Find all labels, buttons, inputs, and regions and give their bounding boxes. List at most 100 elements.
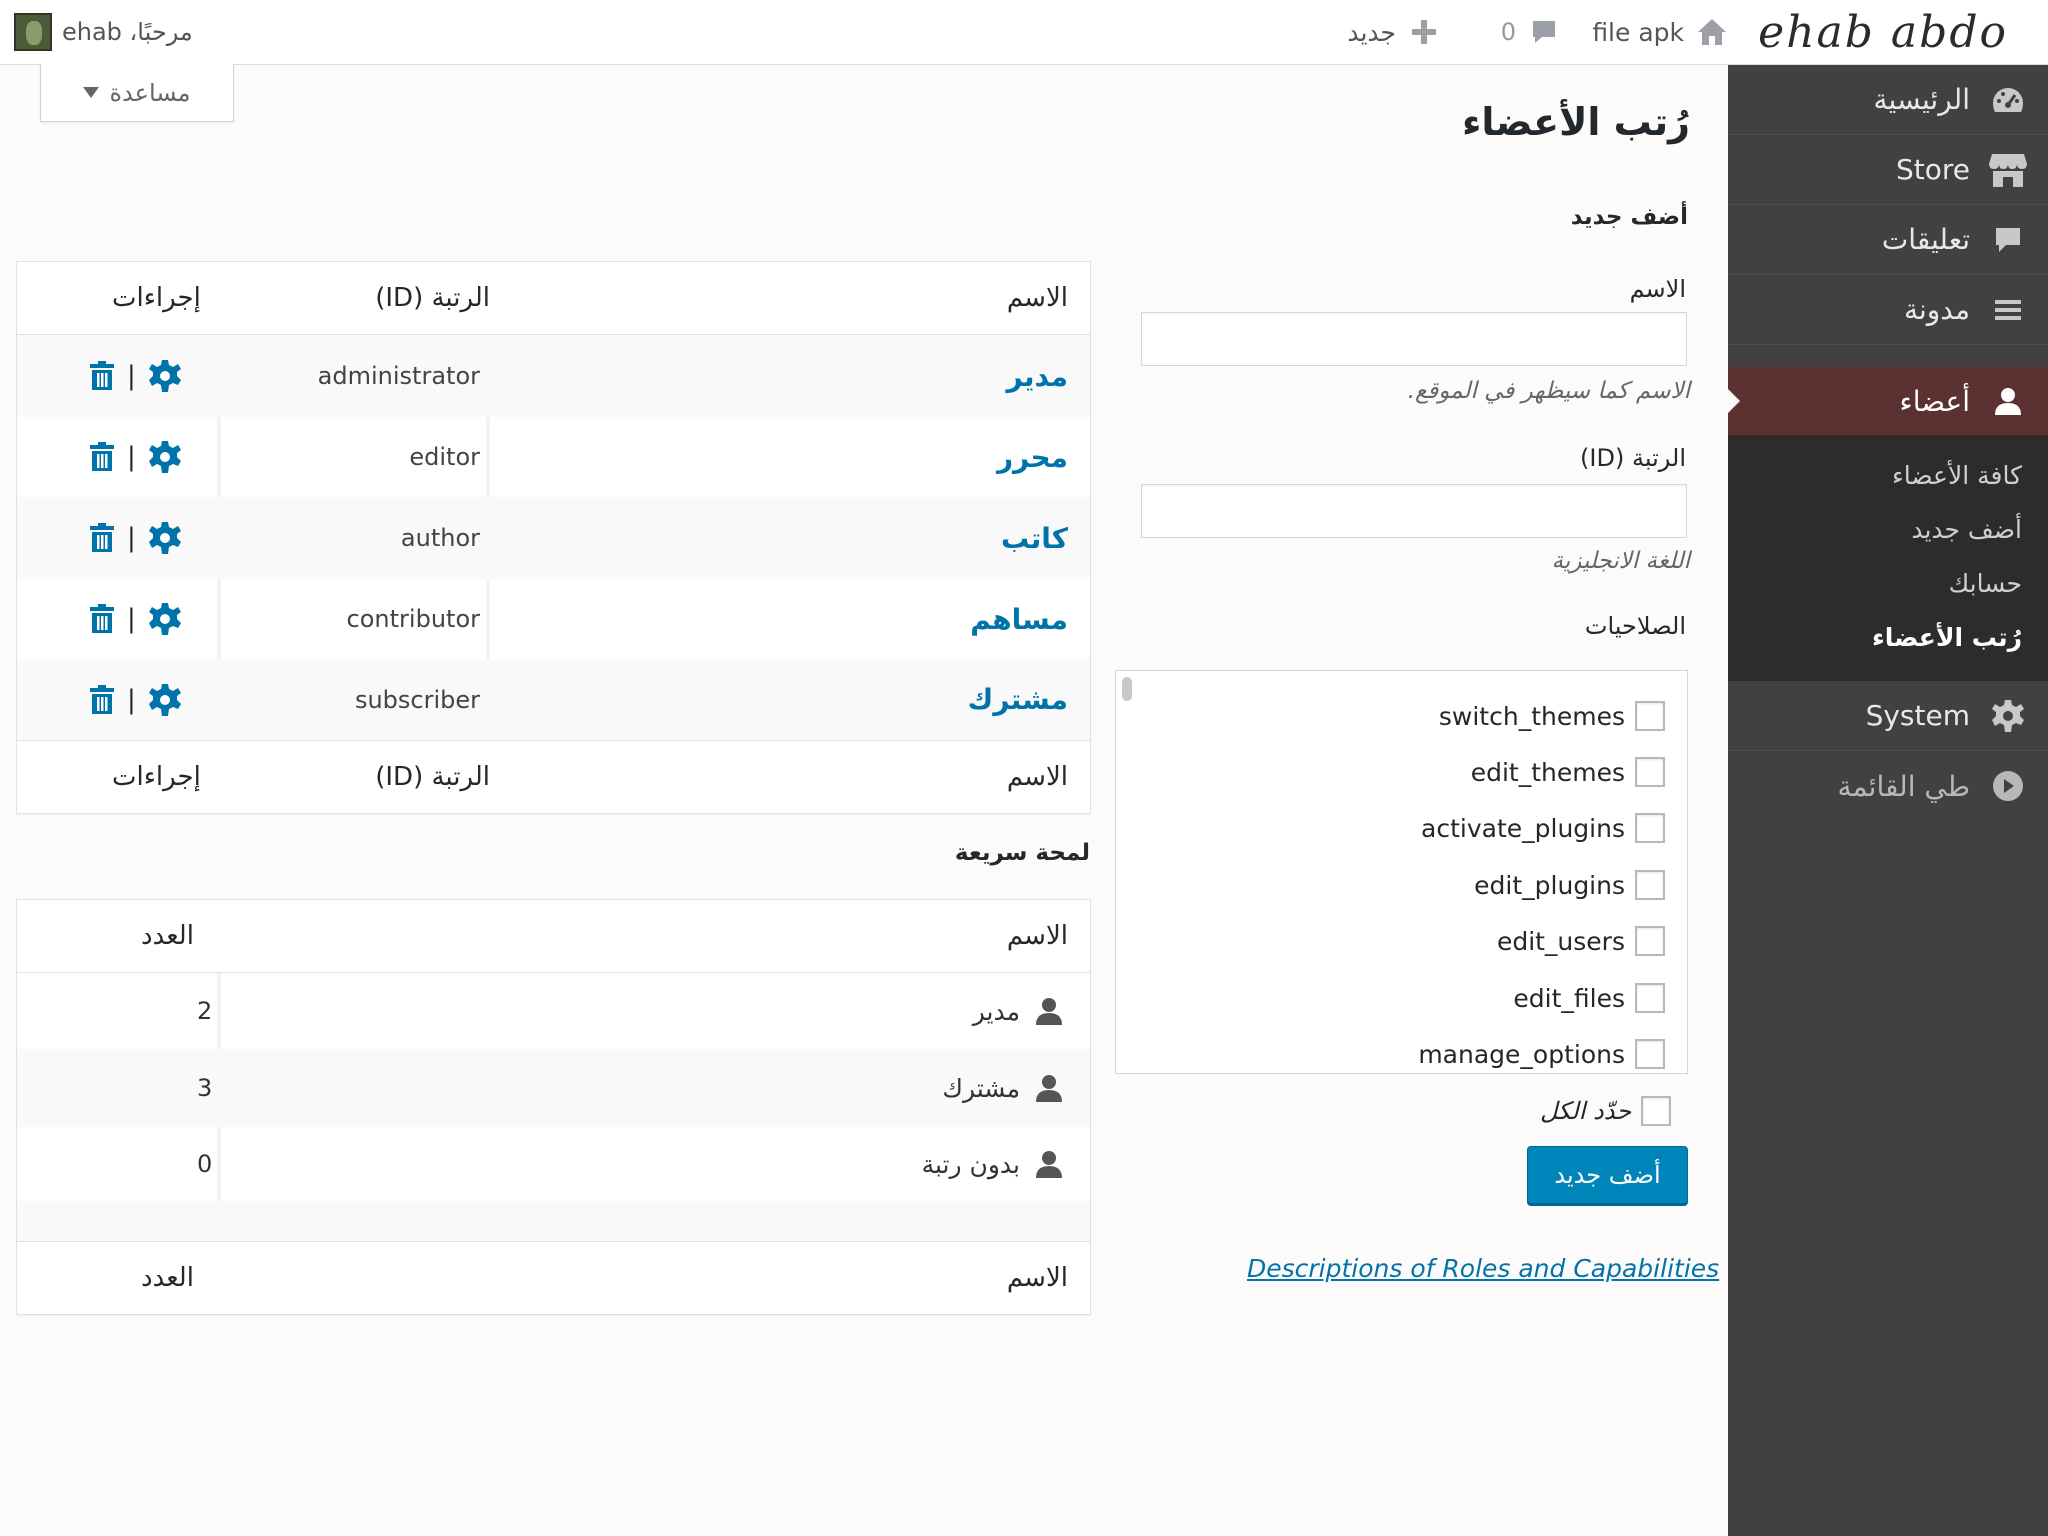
triangle-down-icon <box>83 87 100 98</box>
column-footer-actions: إجراءات <box>112 762 201 792</box>
sidebar-item-blog[interactable]: مدونة <box>1728 275 2048 345</box>
trash-icon[interactable] <box>89 361 115 391</box>
capability-checkbox[interactable] <box>1635 757 1665 787</box>
trash-icon[interactable] <box>89 684 115 715</box>
role-name-link[interactable]: كاتب <box>1001 522 1068 555</box>
submenu-item-roles[interactable]: رُتب الأعضاء <box>1728 611 2048 665</box>
gear-icon[interactable] <box>148 602 182 636</box>
sidebar-item-comments[interactable]: تعليقات <box>1728 205 2048 275</box>
role-id-description: اللغة الانجليزية <box>1551 548 1690 574</box>
role-name-cell: محرر <box>997 417 1068 497</box>
trash-icon[interactable] <box>89 604 115 634</box>
store-icon <box>1988 150 2028 190</box>
sidebar-item-dashboard[interactable]: الرئيسية <box>1728 65 2048 135</box>
capability-label: switch_themes <box>1438 701 1625 731</box>
sidebar-collapse-button[interactable]: طي القائمة <box>1728 751 2048 821</box>
column-footer-name: الاسم <box>1006 1263 1068 1293</box>
table-row: مدير administrator | <box>17 335 1090 417</box>
gear-icon[interactable] <box>148 359 182 393</box>
gear-icon[interactable] <box>148 440 182 474</box>
site-logo[interactable]: ehab abdo <box>1758 4 2008 62</box>
help-label: مساعدة <box>109 78 191 107</box>
glance-role-cell: مدير <box>973 973 1064 1049</box>
gear-icon <box>1988 696 2028 736</box>
table-header: الاسم الرتبة (ID) إجراءات <box>17 262 1090 335</box>
user-icon <box>1034 996 1064 1026</box>
comments-count: 0 <box>1500 18 1516 46</box>
add-role-button[interactable]: أضف جديد <box>1527 1146 1688 1204</box>
role-id-label: الرتبة (ID) <box>1580 444 1686 472</box>
trash-icon[interactable] <box>89 442 115 472</box>
user-icon <box>1034 1073 1064 1103</box>
cell-divider <box>217 579 221 659</box>
role-name-input[interactable] <box>1141 312 1687 366</box>
avatar <box>14 13 52 51</box>
capability-label: manage_options <box>1418 1039 1625 1069</box>
role-name-cell: مشترك <box>968 659 1068 740</box>
submenu-item-add-new[interactable]: أضف جديد <box>1728 503 2048 557</box>
sidebar-item-users[interactable]: أعضاء <box>1727 367 2048 435</box>
row-actions: | <box>89 497 182 579</box>
capability-checkbox[interactable] <box>1635 870 1665 900</box>
glance-table: الاسم العدد مدير 2 مشترك 3 بدون رتبة 0 ا… <box>16 899 1091 1315</box>
admin-sidebar: الرئيسية Store تعليقات مدونة أعضاء كافة … <box>1727 65 2048 1536</box>
role-name-cell: مدير <box>1007 335 1068 417</box>
gear-icon[interactable] <box>148 521 182 555</box>
my-account-link[interactable]: مرحبًا، ehab <box>14 12 193 52</box>
capability-label: activate_plugins <box>1421 813 1625 843</box>
capabilities-list[interactable]: switch_themes edit_themes activate_plugi… <box>1115 670 1688 1074</box>
role-name-cell: مساهم <box>970 579 1068 659</box>
capability-checkbox[interactable] <box>1635 701 1665 731</box>
table-footer: الاسم الرتبة (ID) إجراءات <box>17 740 1090 813</box>
admin-bar: ehab abdo file apk 0 جديد مرحبًا، ehab <box>0 0 2048 65</box>
capability-label: edit_users <box>1496 926 1625 956</box>
user-icon <box>1988 381 2028 421</box>
roles-docs-link[interactable]: Descriptions of Roles and Capabilities <box>1247 1254 1719 1283</box>
role-name-link[interactable]: مشترك <box>968 683 1068 716</box>
select-all-checkbox[interactable] <box>1641 1096 1672 1126</box>
role-name-link[interactable]: محرر <box>997 441 1068 474</box>
table-row: محرر editor | <box>17 417 1090 497</box>
cell-divider <box>217 417 221 497</box>
role-name-link[interactable]: مساهم <box>970 603 1068 636</box>
capability-row: switch_themes <box>1439 701 1665 731</box>
action-separator: | <box>127 604 136 634</box>
column-header-role-id: الرتبة (ID) <box>375 283 490 313</box>
glance-role-count: 0 <box>197 1150 213 1178</box>
role-slug: author <box>400 524 480 552</box>
role-name-link[interactable]: مدير <box>1007 360 1068 393</box>
capability-checkbox[interactable] <box>1635 1039 1665 1069</box>
select-all-option: حدّد الكل <box>1540 1096 1672 1126</box>
row-actions: | <box>89 417 182 497</box>
collapse-icon <box>1988 766 2028 806</box>
user-icon <box>1034 1149 1064 1179</box>
glance-role-count: 3 <box>197 1074 213 1102</box>
capability-checkbox[interactable] <box>1635 813 1665 843</box>
form-heading: أضف جديد <box>1570 204 1688 230</box>
sidebar-item-system[interactable]: System <box>1728 681 2048 751</box>
sidebar-item-store[interactable]: Store <box>1728 135 2048 205</box>
capability-checkbox[interactable] <box>1635 926 1665 956</box>
column-footer-name[interactable]: الاسم <box>1007 741 1068 813</box>
table-footer: الاسم العدد <box>17 1241 1090 1314</box>
cell-divider <box>486 579 490 659</box>
menu-icon <box>1988 290 2028 330</box>
help-tab-button[interactable]: مساعدة <box>40 64 234 122</box>
site-link[interactable]: file apk <box>1592 14 1728 50</box>
page-title: رُتب الأعضاء <box>1461 100 1690 144</box>
new-content-link[interactable]: جديد <box>1347 14 1438 50</box>
home-icon <box>1696 17 1728 47</box>
submenu-item-profile[interactable]: حسابك <box>1728 557 2048 611</box>
scrollbar-thumb[interactable] <box>1122 677 1132 701</box>
table-row: كاتب author | <box>17 497 1090 579</box>
role-id-input[interactable] <box>1141 484 1687 538</box>
gear-icon[interactable] <box>148 683 182 717</box>
capability-row: edit_users <box>1497 926 1665 956</box>
column-header-name[interactable]: الاسم <box>1007 262 1068 334</box>
capability-checkbox[interactable] <box>1635 983 1665 1013</box>
glance-role-name: مشترك <box>942 1073 1020 1103</box>
trash-icon[interactable] <box>89 523 115 553</box>
submenu-item-all-users[interactable]: كافة الأعضاء <box>1728 449 2048 503</box>
comments-link[interactable]: 0 <box>1501 14 1558 50</box>
column-header-actions: إجراءات <box>112 283 201 313</box>
